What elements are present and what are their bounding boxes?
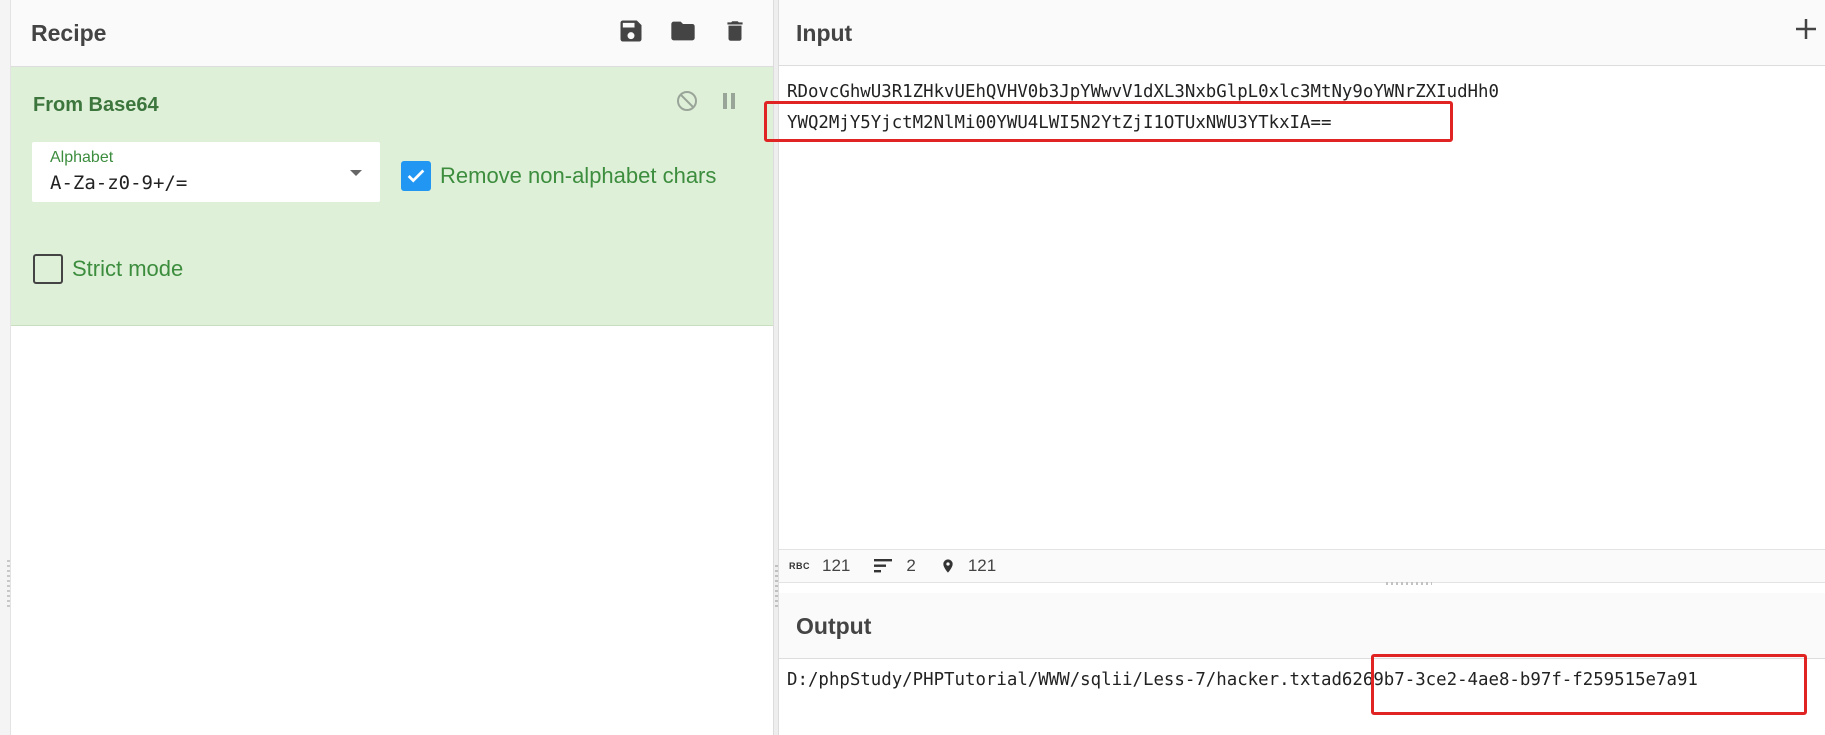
trash-icon[interactable] [719, 14, 751, 48]
recipe-title: Recipe [31, 20, 107, 46]
location-pin-icon [943, 559, 953, 573]
add-tab-icon[interactable] [1791, 14, 1825, 48]
alphabet-value: A-Za-z0-9+/= [50, 172, 188, 194]
operation-title: From Base64 [33, 94, 159, 116]
abc-icon: RBC [789, 561, 810, 571]
checkbox-unchecked-icon[interactable] [33, 254, 63, 284]
input-title: Input [796, 20, 853, 46]
input-line-2: YWQ2MjY5YjctM2NlMi00YWU4LWI5N2YtZjI1OTUx… [787, 113, 1332, 133]
output-header: Output [779, 593, 1825, 659]
input-textarea[interactable]: RDovcGhwU3R1ZHkvUEhQVHV0b3JpYWwvV1dXL3Nx… [787, 77, 1499, 139]
char-count-stat: RBC 121 [789, 556, 850, 576]
strict-mode-label: Strict mode [72, 256, 184, 281]
save-icon[interactable] [615, 14, 647, 48]
cursor-position: 121 [967, 556, 997, 575]
recipe-panel: Recipe From Base64 Alphabet A-Za-z0-9+/=… [11, 0, 773, 735]
alphabet-label: Alphabet [50, 149, 114, 166]
input-line-1: RDovcGhwU3R1ZHkvUEhQVHV0b3JpYWwvV1dXL3Nx… [787, 82, 1499, 102]
recipe-header: Recipe [11, 0, 773, 67]
from-base64-operation[interactable]: From Base64 Alphabet A-Za-z0-9+/= Remove… [11, 67, 773, 326]
input-status-bar: RBC 121 2 121 [779, 549, 1825, 583]
left-gutter [0, 0, 11, 735]
line-count: 2 [906, 556, 916, 575]
remove-non-alphabet-label: Remove non-alphabet chars [440, 163, 717, 188]
cyberchef-app: Recipe From Base64 Alphabet A-Za-z0-9+/=… [0, 0, 1825, 735]
left-resize-grip[interactable] [7, 560, 10, 608]
checkbox-checked-icon[interactable] [401, 161, 431, 191]
input-header: Input [779, 0, 1825, 66]
strict-mode-checkbox[interactable]: Strict mode [33, 254, 183, 284]
disable-operation-icon[interactable] [673, 87, 701, 115]
alphabet-select[interactable]: Alphabet A-Za-z0-9+/= [32, 142, 380, 202]
lines-icon [874, 559, 893, 573]
output-title: Output [796, 613, 872, 639]
divider-grip[interactable] [775, 565, 778, 610]
io-resize-grip[interactable] [1386, 582, 1432, 585]
pause-operation-icon[interactable] [715, 87, 743, 115]
recipe-toolbar [615, 14, 751, 48]
position-stat: 121 [940, 556, 996, 576]
folder-icon[interactable] [667, 14, 699, 48]
char-count: 121 [822, 556, 851, 575]
output-text[interactable]: D:/phpStudy/PHPTutorial/WWW/sqlii/Less-7… [787, 668, 1698, 692]
remove-non-alphabet-checkbox[interactable]: Remove non-alphabet chars [401, 161, 716, 191]
chevron-down-icon[interactable] [350, 170, 362, 176]
line-count-stat: 2 [874, 556, 916, 576]
io-panel: Input RDovcGhwU3R1ZHkvUEhQVHV0b3JpYWwvV1… [779, 0, 1825, 735]
